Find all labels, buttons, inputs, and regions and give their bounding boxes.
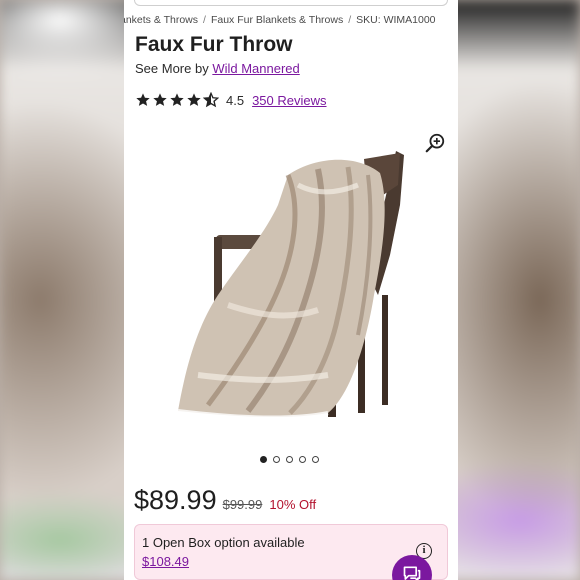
zoom-in-icon[interactable] <box>424 132 446 154</box>
breadcrumb-sku: SKU: WIMA1000 <box>356 14 436 26</box>
reviews-link[interactable]: 350 Reviews <box>252 93 326 108</box>
original-price: $99.99 <box>222 497 263 512</box>
search-bar-edge <box>134 0 448 6</box>
carousel-dot[interactable] <box>312 456 319 463</box>
rating-row[interactable]: 4.5 350 Reviews <box>135 90 327 110</box>
carousel-dots <box>260 456 325 463</box>
star-icon <box>170 93 184 106</box>
see-more-by: See More by Wild Mannered <box>135 61 300 76</box>
breadcrumb: ankets & Throws / Faux Fur Blankets & Thro… <box>124 14 458 30</box>
star-icon <box>187 93 201 106</box>
breadcrumb-item-category[interactable]: ankets & Throws <box>124 14 198 26</box>
chat-icon <box>403 566 421 580</box>
carousel-dot-active[interactable] <box>260 456 267 463</box>
star-rating <box>135 92 220 108</box>
carousel-dot[interactable] <box>299 456 306 463</box>
star-icon <box>136 93 150 106</box>
star-half-icon <box>203 92 219 108</box>
sale-price: $89.99 <box>134 485 217 515</box>
product-title: Faux Fur Throw <box>135 33 293 56</box>
price-row: $89.99 $99.99 10% Off <box>134 485 316 516</box>
breadcrumb-item-subcategory[interactable]: Faux Fur Blankets & Throws <box>211 14 343 26</box>
product-image[interactable] <box>168 145 418 425</box>
breadcrumb-separator: / <box>203 14 206 26</box>
carousel-dot[interactable] <box>273 456 280 463</box>
rating-value: 4.5 <box>226 92 245 108</box>
brand-link[interactable]: Wild Mannered <box>212 61 299 76</box>
discount-badge: 10% Off <box>269 497 317 512</box>
carousel-dot[interactable] <box>286 456 293 463</box>
open-box-text: 1 Open Box option available <box>142 535 305 550</box>
see-more-label: See More by <box>135 61 209 76</box>
breadcrumb-separator: / <box>348 14 352 26</box>
star-icon <box>153 93 167 106</box>
product-page: ankets & Throws / Faux Fur Blankets & Thro… <box>124 0 458 580</box>
open-box-price-link[interactable]: $108.49 <box>142 554 189 569</box>
